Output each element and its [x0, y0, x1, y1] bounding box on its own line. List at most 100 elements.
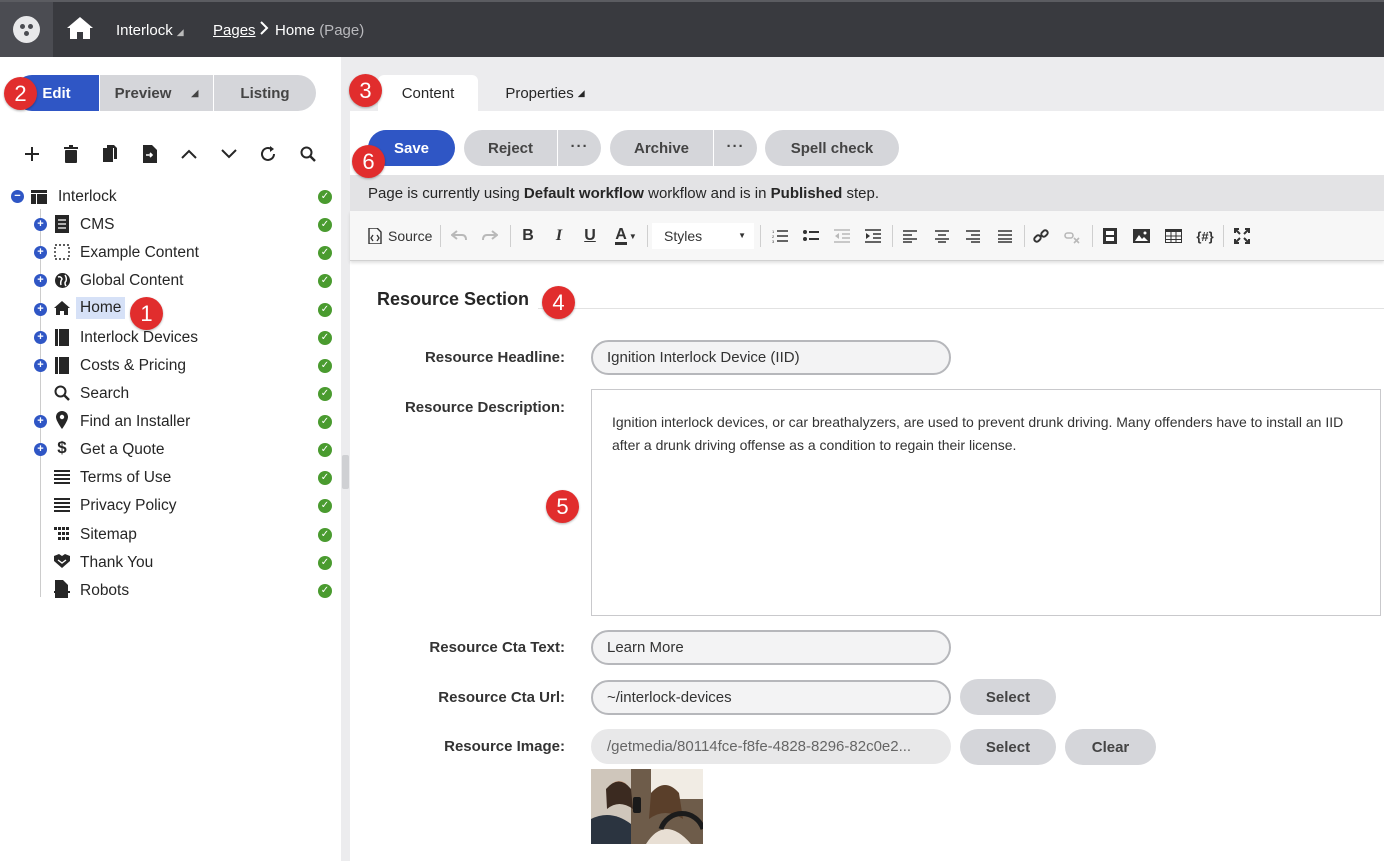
home-icon[interactable]: [66, 16, 94, 45]
published-check-icon: ✓: [318, 499, 332, 513]
indent-icon[interactable]: [863, 225, 883, 247]
numbered-list-icon[interactable]: 123: [770, 225, 790, 247]
resource-image-thumbnail[interactable]: [591, 769, 703, 844]
justify-icon[interactable]: [995, 225, 1015, 247]
tree-node-privacy[interactable]: Privacy Policy ✓: [0, 493, 342, 519]
tree-node-cms[interactable]: + CMS ✓: [0, 212, 342, 238]
trash-icon[interactable]: [60, 143, 82, 165]
redo-icon[interactable]: [480, 225, 500, 247]
unlink-icon[interactable]: [1062, 225, 1082, 247]
outdent-icon[interactable]: [832, 225, 852, 247]
tree-node-interlock-devices[interactable]: + Interlock Devices ✓: [0, 325, 342, 351]
published-check-icon: ✓: [318, 331, 332, 345]
image-icon[interactable]: [1131, 225, 1151, 247]
expand-icon[interactable]: +: [34, 415, 47, 428]
styles-dropdown[interactable]: Styles ▼: [652, 223, 754, 249]
toolbar-separator: [1024, 225, 1025, 247]
published-check-icon: ✓: [318, 387, 332, 401]
annotation-badge-1: 1: [130, 297, 163, 330]
image-path-input[interactable]: /getmedia/80114fce-f8fe-4828-8296-82c0e2…: [591, 729, 951, 764]
bullet-list-icon[interactable]: [801, 225, 821, 247]
collapse-icon[interactable]: −: [11, 190, 24, 203]
grid-icon: [53, 525, 71, 543]
source-button[interactable]: Source: [368, 225, 434, 247]
align-right-icon[interactable]: [963, 225, 983, 247]
image-clear-button[interactable]: Clear: [1065, 729, 1156, 765]
tree-node-thank-you[interactable]: Thank You ✓: [0, 550, 342, 576]
mode-preview-button[interactable]: Preview ◢: [100, 75, 214, 111]
site-name: Interlock: [116, 22, 173, 39]
archive-more-button[interactable]: ···: [713, 130, 757, 166]
tab-properties[interactable]: Properties ◢: [490, 75, 600, 111]
cta-text-input[interactable]: Learn More: [591, 630, 951, 665]
dropdown-triangle-icon: ◢: [577, 87, 585, 98]
tree-node-label: Example Content: [80, 244, 199, 261]
maximize-icon[interactable]: [1232, 225, 1252, 247]
splitter-grip-icon[interactable]: [342, 455, 349, 489]
book-icon: [53, 356, 71, 374]
expand-icon[interactable]: +: [34, 218, 47, 231]
breadcrumb-pages-link[interactable]: Pages: [213, 22, 256, 39]
image-select-button[interactable]: Select: [960, 729, 1056, 765]
search-icon[interactable]: [297, 143, 319, 165]
source-label: Source: [388, 228, 433, 244]
move-icon[interactable]: [139, 143, 161, 165]
archive-button[interactable]: Archive: [610, 140, 713, 157]
copy-icon[interactable]: [99, 143, 121, 165]
tree-node-terms[interactable]: Terms of Use ✓: [0, 465, 342, 491]
tree-node-interlock[interactable]: − Interlock ✓: [0, 184, 342, 210]
tree-node-sitemap[interactable]: Sitemap ✓: [0, 522, 342, 548]
workflow-text: step.: [842, 185, 880, 202]
panel-splitter[interactable]: [341, 57, 350, 861]
source-icon: [368, 228, 382, 244]
expand-icon[interactable]: +: [34, 359, 47, 372]
plus-icon[interactable]: [21, 143, 43, 165]
macro-icon[interactable]: {#}: [1193, 225, 1217, 247]
tree-node-get-quote[interactable]: + $ Get a Quote ✓: [0, 437, 342, 463]
expand-icon[interactable]: +: [34, 246, 47, 259]
bold-icon[interactable]: B: [518, 225, 538, 247]
cta-url-select-button[interactable]: Select: [960, 679, 1056, 715]
spell-check-button[interactable]: Spell check: [765, 130, 899, 166]
tree-node-search[interactable]: Search ✓: [0, 381, 342, 407]
undo-icon[interactable]: [449, 225, 469, 247]
mode-listing-button[interactable]: Listing: [214, 75, 316, 111]
table-icon[interactable]: [1163, 225, 1183, 247]
refresh-icon[interactable]: [257, 143, 279, 165]
published-check-icon: ✓: [318, 556, 332, 570]
tree-node-label: Robots: [80, 582, 130, 599]
tabs-bar: Content Properties ◢: [350, 57, 1384, 111]
workflow-step: Published: [770, 185, 843, 202]
cta-url-label: Resource Cta Url:: [438, 689, 565, 706]
tree-node-global-content[interactable]: + Global Content ✓: [0, 268, 342, 294]
italic-icon[interactable]: I: [549, 225, 569, 247]
up-icon[interactable]: [178, 143, 200, 165]
site-selector[interactable]: Interlock ◢: [116, 22, 184, 39]
text-color-icon[interactable]: A ▼: [611, 225, 641, 247]
headline-input[interactable]: Ignition Interlock Device (IID): [591, 340, 951, 375]
expand-icon[interactable]: +: [34, 443, 47, 456]
media-icon[interactable]: [1100, 225, 1120, 247]
expand-icon[interactable]: +: [34, 274, 47, 287]
tree-node-find-installer[interactable]: + Find an Installer ✓: [0, 409, 342, 435]
tab-content[interactable]: Content: [378, 75, 478, 111]
align-left-icon[interactable]: [900, 225, 920, 247]
tree-node-home[interactable]: + Home ✓: [0, 296, 342, 322]
reject-button[interactable]: Reject: [464, 140, 557, 157]
image-label: Resource Image:: [444, 738, 565, 755]
expand-icon[interactable]: +: [34, 331, 47, 344]
expand-icon[interactable]: +: [34, 303, 47, 316]
workflow-status: Page is currently using Default workflow…: [350, 175, 1384, 211]
toolbar-separator: [1092, 225, 1093, 247]
tree-node-costs-pricing[interactable]: + Costs & Pricing ✓: [0, 353, 342, 379]
cta-url-input[interactable]: ~/interlock-devices: [591, 680, 951, 715]
tree-node-robots[interactable]: Robots ✓: [0, 578, 342, 604]
down-icon[interactable]: [218, 143, 240, 165]
tree-node-example-content[interactable]: + Example Content ✓: [0, 240, 342, 266]
app-logo-icon[interactable]: [0, 2, 53, 57]
description-editor[interactable]: Ignition interlock devices, or car breat…: [591, 389, 1381, 616]
link-icon[interactable]: [1031, 225, 1051, 247]
align-center-icon[interactable]: [932, 225, 952, 247]
underline-icon[interactable]: U: [580, 225, 600, 247]
reject-more-button[interactable]: ···: [557, 130, 601, 166]
